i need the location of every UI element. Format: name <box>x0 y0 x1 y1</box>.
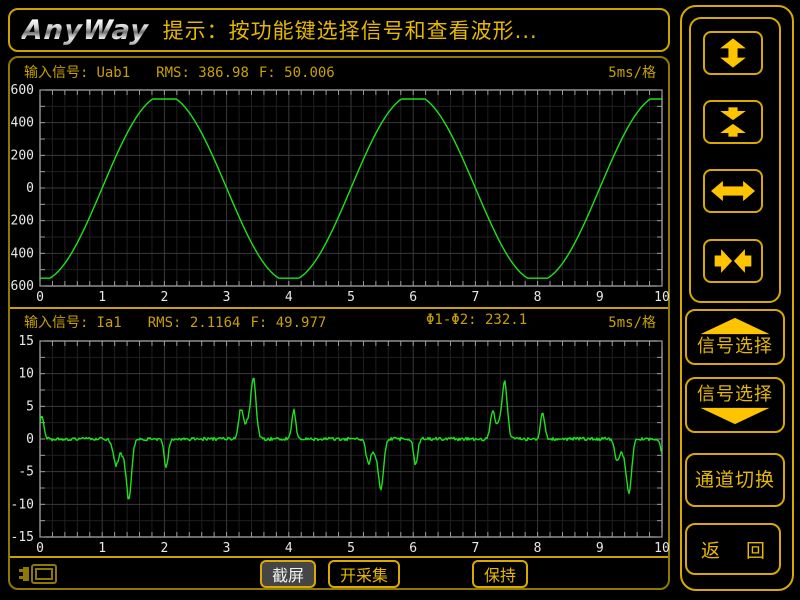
svg-text:10: 10 <box>654 290 670 305</box>
scope1-timebase: 5ms/格 <box>608 62 656 82</box>
scope2-phase-diff: Φ1-Φ2: 232.1 <box>426 312 527 328</box>
compress-vertical-icon <box>711 107 755 137</box>
svg-text:0: 0 <box>26 181 34 196</box>
title-bar: AnyWay 提示：按功能键选择信号和查看波形... <box>8 8 670 52</box>
svg-text:-10: -10 <box>11 497 34 512</box>
scope1-freq-value: F: 50.006 <box>259 65 335 81</box>
svg-text:3: 3 <box>223 290 231 305</box>
svg-text:2: 2 <box>160 541 168 556</box>
vertical-expand-button[interactable] <box>703 31 763 75</box>
horizontal-expand-button[interactable] <box>703 169 763 213</box>
scope2-timebase: 5ms/格 <box>608 312 656 332</box>
scope2-header: 输入信号: Ia1 RMS: 2.1164 F: 49.977 Φ1-Φ2: 232.… <box>10 312 668 334</box>
back-label-right: 回 <box>746 536 765 563</box>
scope1-signal-label: 输入信号: <box>24 65 88 81</box>
signal-select-down-button[interactable]: 信号选择 <box>685 377 785 433</box>
scope1-header: 输入信号: Uab1 RMS: 386.98 F: 50.006 5ms/格 <box>10 62 668 84</box>
expand-vertical-icon <box>711 38 755 68</box>
voltage-waveform-chart: 6004002000-200-400-600012345678910 <box>10 84 672 308</box>
svg-text:-200: -200 <box>10 214 34 229</box>
start-acquisition-button[interactable]: 开采集 <box>328 560 400 588</box>
svg-text:-600: -600 <box>10 279 34 294</box>
signal-select-up-label: 信号选择 <box>697 336 773 358</box>
svg-text:0: 0 <box>36 290 44 305</box>
vertical-compress-button[interactable] <box>703 100 763 144</box>
expand-horizontal-icon <box>711 176 755 206</box>
bottom-bar: 截屏 开采集 保持 <box>10 558 668 586</box>
scope1-signal-name: Uab1 <box>96 65 130 81</box>
signal-select-down-label: 信号选择 <box>697 384 773 406</box>
svg-text:1: 1 <box>98 541 106 556</box>
svg-text:7: 7 <box>471 290 479 305</box>
svg-text:15: 15 <box>18 335 34 349</box>
svg-text:8: 8 <box>534 541 542 556</box>
svg-text:5: 5 <box>347 541 355 556</box>
scope2-rms-value: RMS: 2.1164 <box>148 315 241 331</box>
svg-text:9: 9 <box>596 541 604 556</box>
back-label-left: 返 <box>701 536 720 563</box>
svg-text:-400: -400 <box>10 246 34 261</box>
signal-select-up-button[interactable]: 信号选择 <box>685 309 785 365</box>
svg-text:-15: -15 <box>11 530 34 545</box>
svg-text:2: 2 <box>160 290 168 305</box>
battery-icon <box>18 563 58 585</box>
svg-text:3: 3 <box>223 541 231 556</box>
svg-text:7: 7 <box>471 541 479 556</box>
current-waveform-chart: 151050-5-10-15012345678910 <box>10 335 672 559</box>
sidebar: 信号选择 信号选择 通道切换 返 回 <box>680 5 794 591</box>
scope1-rms-value: RMS: 386.98 <box>156 65 249 81</box>
svg-text:9: 9 <box>596 290 604 305</box>
tip-text: 提示：按功能键选择信号和查看波形... <box>163 15 538 45</box>
channel-switch-label: 通道切换 <box>695 469 775 491</box>
svg-text:-5: -5 <box>18 465 34 480</box>
anyway-logo: AnyWay <box>21 15 150 46</box>
svg-text:4: 4 <box>285 541 293 556</box>
svg-text:1: 1 <box>98 290 106 305</box>
svg-text:5: 5 <box>26 399 34 414</box>
svg-text:10: 10 <box>654 541 670 556</box>
triangle-down-icon <box>695 406 775 426</box>
scope2-signal-label: 输入信号: <box>24 315 88 331</box>
horizontal-compress-button[interactable] <box>703 239 763 283</box>
svg-text:6: 6 <box>409 541 417 556</box>
svg-text:4: 4 <box>285 290 293 305</box>
svg-text:400: 400 <box>11 116 34 131</box>
scope-panel: 输入信号:Uab1RMS: 386.98F: 50.006 5ms/格 6004… <box>8 56 670 590</box>
zoom-button-group <box>689 17 781 303</box>
compress-horizontal-icon <box>711 246 755 276</box>
svg-text:200: 200 <box>11 148 34 163</box>
svg-text:10: 10 <box>18 367 34 382</box>
svg-text:8: 8 <box>534 290 542 305</box>
svg-text:6: 6 <box>409 290 417 305</box>
svg-text:0: 0 <box>36 541 44 556</box>
scope2-freq-value: F: 49.977 <box>250 315 326 331</box>
svg-text:5: 5 <box>347 290 355 305</box>
hold-button[interactable]: 保持 <box>472 560 528 588</box>
scope2-signal-name: Ia1 <box>96 315 121 331</box>
svg-text:600: 600 <box>11 84 34 98</box>
scope-separator <box>10 307 668 309</box>
screenshot-button[interactable]: 截屏 <box>260 560 316 588</box>
triangle-up-icon <box>695 316 775 336</box>
back-button[interactable]: 返 回 <box>685 523 781 575</box>
channel-switch-button[interactable]: 通道切换 <box>685 453 785 507</box>
svg-text:0: 0 <box>26 432 34 447</box>
